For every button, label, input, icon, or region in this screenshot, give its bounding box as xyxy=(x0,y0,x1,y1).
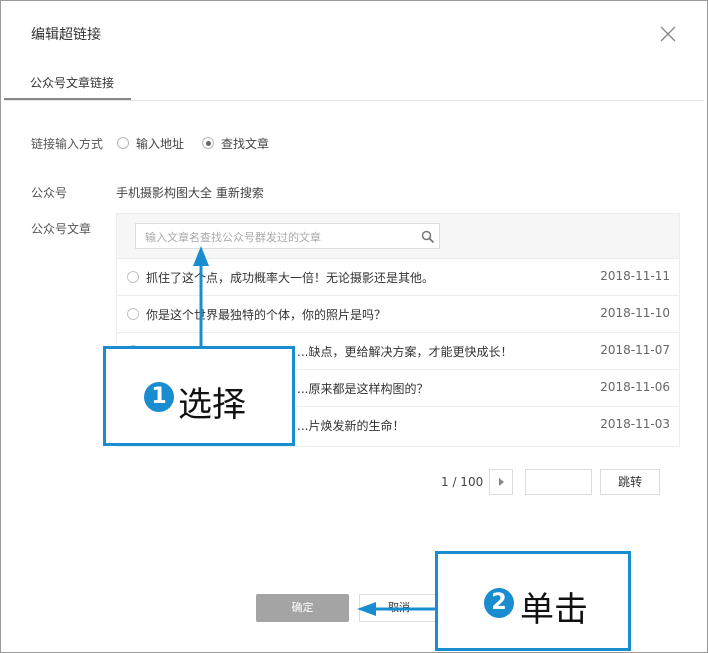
callout-select: 1 选择 xyxy=(103,346,295,446)
callout-text: 单击 xyxy=(520,590,588,630)
callout-click: 2 单击 xyxy=(435,551,631,651)
callout-number: 2 xyxy=(484,588,514,618)
callout-number: 1 xyxy=(144,382,174,412)
callout-text: 选择 xyxy=(178,385,246,425)
